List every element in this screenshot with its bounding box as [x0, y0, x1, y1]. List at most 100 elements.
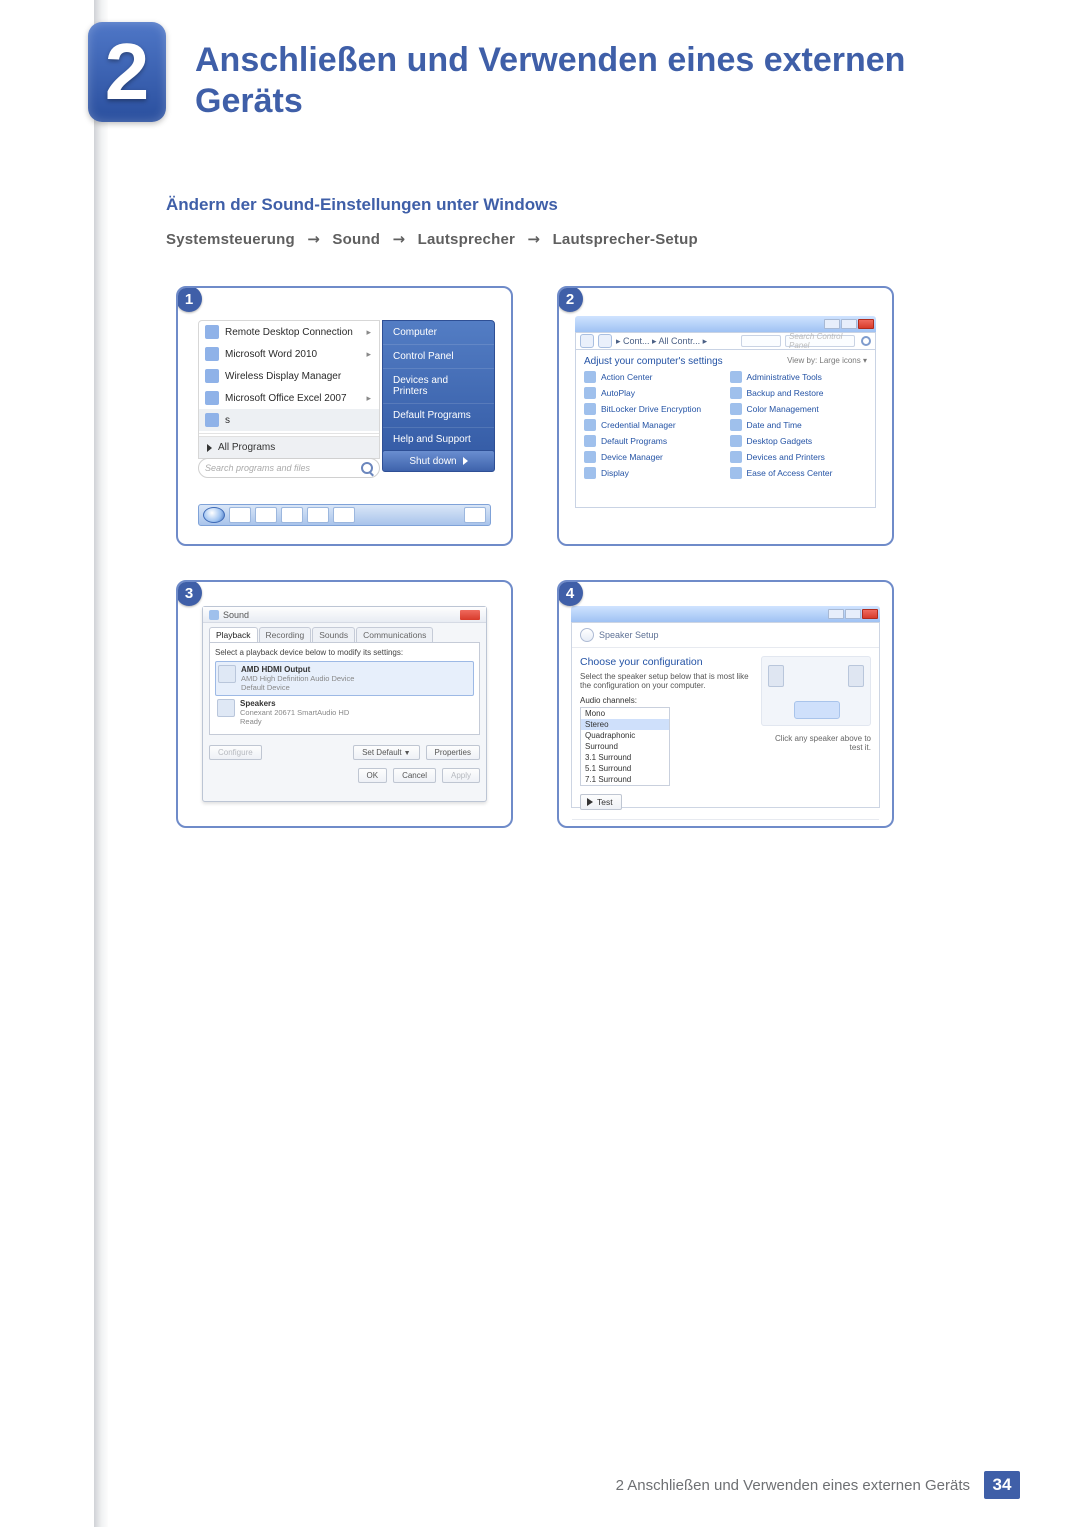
- close-button[interactable]: [460, 610, 480, 620]
- control-panel-item[interactable]: BitLocker Drive Encryption: [584, 403, 722, 415]
- arrow-icon: →: [519, 230, 548, 248]
- dropdown-arrow-icon: [463, 457, 468, 465]
- start-item[interactable]: Remote Desktop Connection▸: [199, 321, 379, 343]
- start-item[interactable]: Microsoft Office Excel 2007▸: [199, 387, 379, 409]
- start-orb-icon[interactable]: [203, 507, 225, 523]
- tab-sounds[interactable]: Sounds: [312, 627, 355, 642]
- audio-option[interactable]: 7.1 Surround: [581, 774, 669, 785]
- shutdown-button[interactable]: Shut down: [382, 450, 495, 472]
- screenshot-sound-dialog: 3 Sound Playback Recording Sounds: [176, 580, 513, 828]
- apply-button[interactable]: Apply: [442, 768, 480, 783]
- nav-back-button[interactable]: [580, 334, 594, 348]
- audio-option[interactable]: 5.1 Surround: [581, 763, 669, 774]
- speaker-icon[interactable]: [848, 665, 864, 687]
- control-panel-item[interactable]: Action Center: [584, 371, 722, 383]
- properties-button[interactable]: Properties: [426, 745, 480, 760]
- cp-icon: [730, 451, 742, 463]
- close-button[interactable]: [862, 609, 878, 619]
- set-default-button[interactable]: Set Default: [353, 745, 419, 760]
- search-icon: [361, 462, 373, 474]
- audio-channels-list[interactable]: Mono Stereo Quadraphonic Surround 3.1 Su…: [580, 707, 670, 786]
- tab-communications[interactable]: Communications: [356, 627, 433, 642]
- audio-option[interactable]: 3.1 Surround: [581, 752, 669, 763]
- cancel-button[interactable]: Cancel: [823, 826, 871, 828]
- control-panel-item[interactable]: Credential Manager: [584, 419, 722, 431]
- control-panel-item[interactable]: Ease of Access Center: [730, 467, 868, 479]
- program-icon: [205, 325, 219, 339]
- start-item[interactable]: Microsoft Word 2010▸: [199, 343, 379, 365]
- control-panel-item[interactable]: Display: [584, 467, 722, 479]
- tab-playback[interactable]: Playback: [209, 627, 258, 642]
- control-panel-item[interactable]: Device Manager: [584, 451, 722, 463]
- start-right-item[interactable]: Computer: [383, 321, 494, 345]
- taskbar-button[interactable]: [333, 507, 355, 523]
- taskbar-button[interactable]: [229, 507, 251, 523]
- maximize-button[interactable]: [841, 319, 857, 329]
- section-heading: Ändern der Sound-Einstellungen unter Win…: [166, 195, 558, 215]
- all-programs[interactable]: All Programs: [199, 436, 379, 458]
- taskbar-button[interactable]: [307, 507, 329, 523]
- control-panel-item[interactable]: Backup and Restore: [730, 387, 868, 399]
- taskbar-button[interactable]: [281, 507, 303, 523]
- maximize-button[interactable]: [845, 609, 861, 619]
- next-button[interactable]: Next: [777, 826, 816, 828]
- ok-button[interactable]: OK: [358, 768, 388, 783]
- control-panel-item[interactable]: Administrative Tools: [730, 371, 868, 383]
- triangle-right-icon: [207, 444, 212, 452]
- wizard-title: Choose your configuration: [580, 656, 753, 668]
- start-item-label: Microsoft Word 2010: [225, 349, 317, 360]
- nav-forward-button[interactable]: [598, 334, 612, 348]
- chapter-number: 2: [105, 32, 150, 112]
- cp-icon: [584, 387, 596, 399]
- audio-option-selected[interactable]: Stereo: [581, 719, 669, 730]
- nav-back-button[interactable]: [580, 628, 594, 642]
- start-right-item[interactable]: Control Panel: [383, 345, 494, 369]
- taskbar-button[interactable]: [255, 507, 277, 523]
- start-right-item[interactable]: Help and Support: [383, 428, 494, 452]
- playback-device[interactable]: AMD HDMI Output AMD High Definition Audi…: [215, 661, 474, 696]
- taskbar-button[interactable]: [464, 507, 486, 523]
- control-panel-item[interactable]: Default Programs: [584, 435, 722, 447]
- start-item[interactable]: s: [199, 409, 379, 431]
- audio-option[interactable]: Mono: [581, 708, 669, 719]
- start-search-input[interactable]: Search programs and files: [198, 458, 380, 478]
- arrow-icon: →: [384, 230, 413, 248]
- control-panel-item[interactable]: Date and Time: [730, 419, 868, 431]
- control-panel-item[interactable]: Devices and Printers: [730, 451, 868, 463]
- cp-icon: [730, 419, 742, 431]
- start-right-item[interactable]: Default Programs: [383, 404, 494, 428]
- tab-recording[interactable]: Recording: [259, 627, 312, 642]
- minimize-button[interactable]: [824, 319, 840, 329]
- breadcrumb-extra[interactable]: [741, 335, 781, 347]
- close-button[interactable]: [858, 319, 874, 329]
- cp-icon: [584, 451, 596, 463]
- step-badge-3: 3: [176, 580, 202, 606]
- view-by-label[interactable]: View by: Large icons ▾: [787, 356, 867, 365]
- breadcrumb[interactable]: ▸ Cont... ▸ All Contr... ▸: [616, 336, 707, 347]
- control-panel-item[interactable]: AutoPlay: [584, 387, 722, 399]
- cp-icon: [584, 371, 596, 383]
- step-badge-1: 1: [176, 286, 202, 312]
- audio-channels-label: Audio channels:: [580, 696, 753, 705]
- cp-icon: [584, 403, 596, 415]
- audio-option[interactable]: Surround: [581, 741, 669, 752]
- cp-icon: [584, 467, 596, 479]
- speaker-icon[interactable]: [768, 665, 784, 687]
- configure-button[interactable]: Configure: [209, 745, 262, 760]
- test-button[interactable]: Test: [580, 794, 622, 810]
- minimize-button[interactable]: [828, 609, 844, 619]
- sofa-icon: [794, 701, 840, 719]
- cancel-button[interactable]: Cancel: [393, 768, 436, 783]
- path-step-3: Lautsprecher: [418, 231, 515, 248]
- test-label: Test: [597, 797, 613, 807]
- control-panel-item[interactable]: Desktop Gadgets: [730, 435, 868, 447]
- window-titlebar: [571, 606, 880, 622]
- playback-device[interactable]: Speakers Conexant 20671 SmartAudio HD Re…: [215, 696, 474, 729]
- start-right-item[interactable]: Devices and Printers: [383, 369, 494, 404]
- audio-option[interactable]: Quadraphonic: [581, 730, 669, 741]
- search-input[interactable]: Search Control Panel: [785, 335, 855, 347]
- device-name: AMD HDMI Output: [241, 665, 354, 674]
- taskbar: [198, 504, 491, 526]
- control-panel-item[interactable]: Color Management: [730, 403, 868, 415]
- start-item[interactable]: Wireless Display Manager: [199, 365, 379, 387]
